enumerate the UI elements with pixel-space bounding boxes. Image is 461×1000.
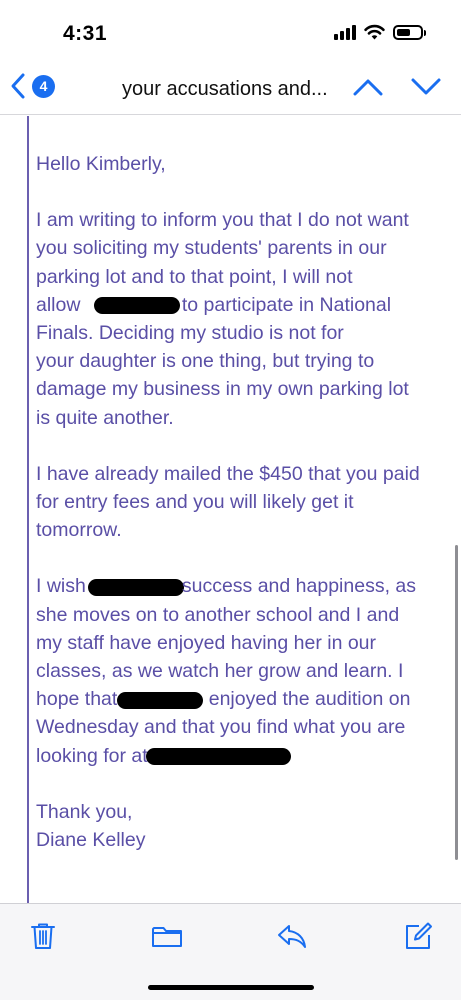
text-line: I wish success and happiness, as — [36, 575, 417, 598]
redaction-mark — [117, 691, 204, 709]
chevron-left-icon — [11, 73, 25, 99]
home-indicator[interactable] — [148, 985, 314, 990]
email-subject-title: your accusations and... — [122, 78, 328, 100]
status-bar: 4:31 — [0, 0, 461, 60]
chevron-up-icon[interactable] — [352, 76, 384, 98]
scroll-indicator[interactable] — [455, 545, 458, 860]
text-line: hope that enjoyed the audition on — [36, 688, 411, 711]
nav-bar: 4 your accusations and... — [0, 62, 461, 114]
text-line: for entry fees and you will likely get i… — [36, 491, 354, 514]
text-line: tomorrow. — [36, 519, 122, 542]
trash-icon[interactable] — [28, 921, 58, 951]
redaction-mark — [145, 748, 291, 765]
folder-icon[interactable] — [151, 921, 183, 951]
signature: Diane Kelley — [36, 829, 146, 852]
text-line: looking for at — [36, 742, 446, 770]
status-icons — [334, 24, 426, 40]
cellular-signal-icon — [334, 24, 356, 40]
redaction-mark — [87, 578, 184, 596]
email-body: Hello Kimberly, I am writing to inform y… — [36, 150, 446, 882]
wifi-icon — [364, 24, 385, 40]
text-line: is quite another. — [36, 406, 174, 429]
paragraph-2: I have already mailed the $450 that you … — [36, 460, 446, 545]
text-line: Wednesday and that you find what you are — [36, 716, 406, 739]
text-line: she moves on to another school and I and — [36, 603, 400, 626]
text-line: I am writing to inform you that I do not… — [36, 209, 409, 232]
closing: Thank you, — [36, 800, 133, 823]
paragraph-3: I wish success and happiness, as she move… — [36, 572, 446, 769]
status-time: 4:31 — [63, 22, 108, 45]
text-line: classes, as we watch her grow and learn.… — [36, 660, 404, 683]
text-line: Finals. Deciding my studio is not for — [36, 322, 344, 345]
redaction-mark — [93, 297, 180, 315]
compose-icon[interactable] — [403, 921, 433, 951]
text-line: damage my business in my own parking lot — [36, 378, 409, 401]
text-line: your daughter is one thing, but trying t… — [36, 350, 375, 373]
unread-count-badge: 4 — [32, 74, 55, 98]
quote-bar — [27, 116, 29, 903]
back-button[interactable]: 4 — [10, 72, 55, 100]
sign-off: Thank you, Diane Kelley — [36, 798, 446, 854]
text-line: parking lot and to that point, I will no… — [36, 265, 353, 288]
greeting: Hello Kimberly, — [36, 153, 166, 175]
text-line: you soliciting my students' parents in o… — [36, 237, 387, 260]
chevron-down-icon[interactable] — [410, 76, 442, 98]
text-line: I have already mailed the $450 that you … — [36, 462, 420, 485]
text-line: allow to participate in National — [36, 293, 392, 316]
battery-icon — [393, 24, 426, 40]
nav-divider — [0, 114, 461, 115]
reply-icon[interactable] — [276, 921, 308, 951]
paragraph-1: I am writing to inform you that I do not… — [36, 206, 446, 432]
text-line: my staff have enjoyed having her in our — [36, 631, 377, 654]
